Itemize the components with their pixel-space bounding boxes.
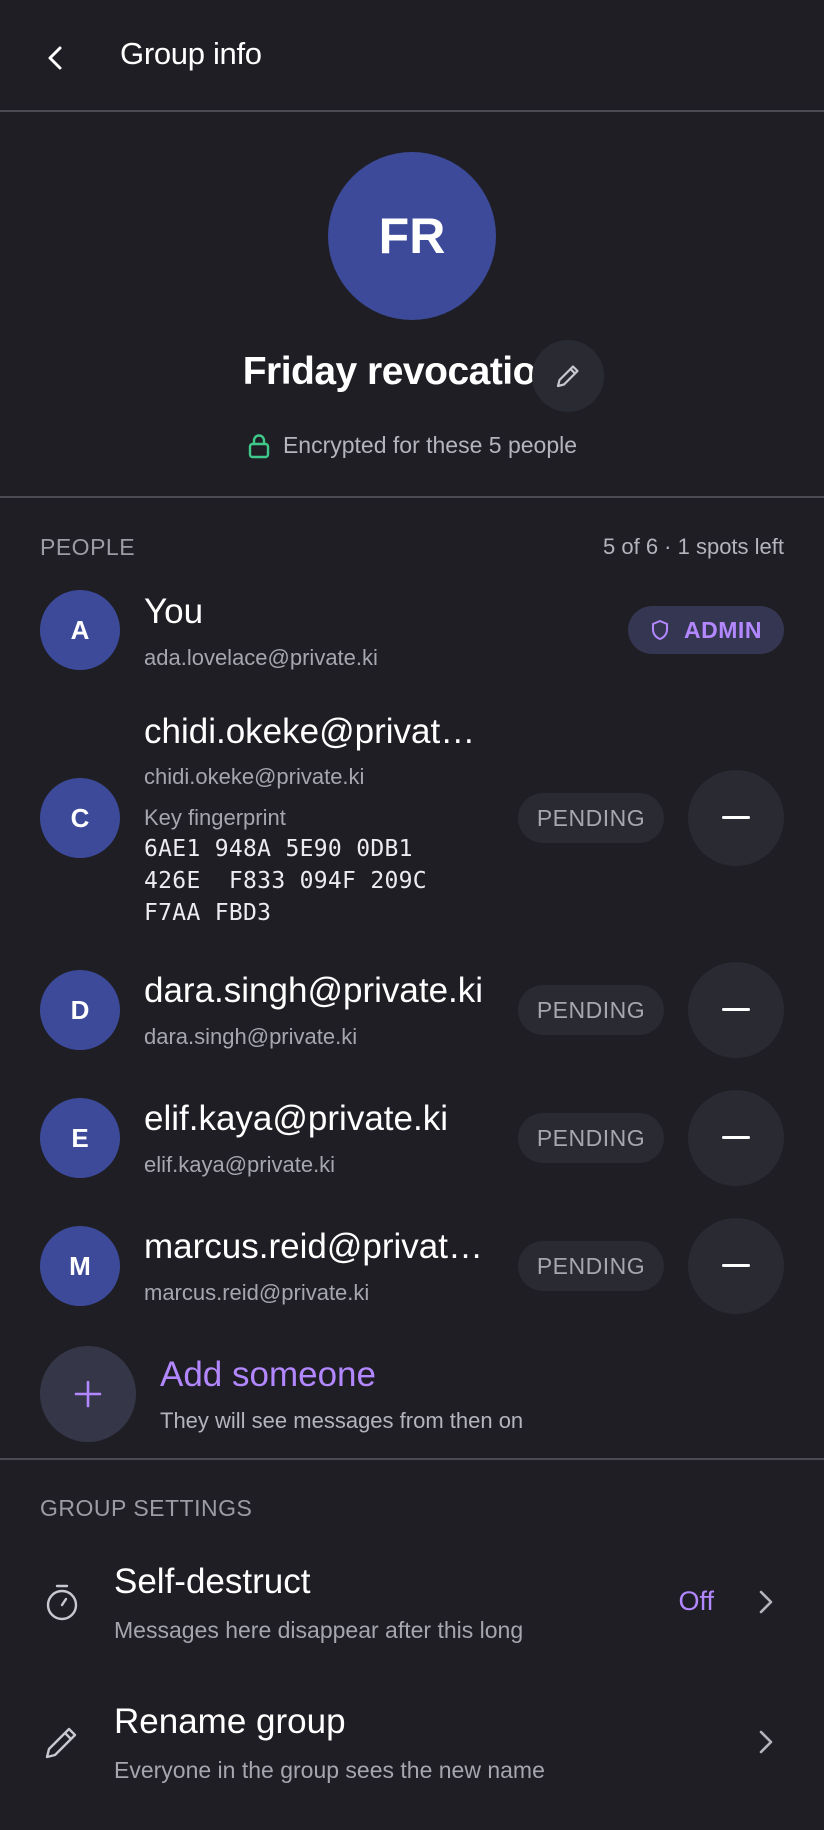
member-name: marcus.reid@privat… <box>144 1227 483 1266</box>
member-row[interactable]: M marcus.reid@privat… marcus.reid@privat… <box>0 1218 824 1318</box>
remove-member-button[interactable] <box>688 1218 784 1314</box>
hero-divider <box>0 496 824 498</box>
shield-icon <box>652 619 669 641</box>
member-name: elif.kaya@private.ki <box>144 1099 448 1138</box>
member-name: dara.singh@private.ki <box>144 971 484 1010</box>
setting-subtitle: Everyone in the group sees the new name <box>114 1757 545 1783</box>
avatar: D <box>40 970 120 1050</box>
group-name-row: Friday revocation <box>0 350 824 394</box>
minus-icon <box>722 1264 750 1267</box>
people-section-label: PEOPLE <box>40 534 136 560</box>
member-email: marcus.reid@private.ki <box>144 1280 370 1305</box>
member-row[interactable]: E elif.kaya@private.ki elif.kaya@private… <box>0 1090 824 1190</box>
app-header: Group info <box>0 0 824 110</box>
chevron-right-icon <box>752 1722 780 1762</box>
member-row[interactable]: A You ada.lovelace@private.ki ADMIN <box>0 586 824 686</box>
settings-section-label: GROUP SETTINGS <box>40 1495 253 1521</box>
pending-badge: PENDING <box>518 985 664 1035</box>
pending-badge: PENDING <box>518 1241 664 1291</box>
remove-member-button[interactable] <box>688 1090 784 1186</box>
remove-member-button[interactable] <box>688 962 784 1058</box>
fingerprint-line: F7AA FBD3 <box>144 900 272 926</box>
self-destruct-setting[interactable]: Self-destruct Messages here disappear af… <box>0 1538 824 1668</box>
pencil-icon <box>40 1720 84 1764</box>
minus-icon <box>722 1136 750 1139</box>
member-name: You <box>144 592 204 631</box>
avatar: E <box>40 1098 120 1178</box>
avatar: M <box>40 1226 120 1306</box>
member-email: dara.singh@private.ki <box>144 1024 358 1049</box>
header-divider <box>0 110 824 112</box>
add-member-button[interactable] <box>40 1346 136 1442</box>
member-email: elif.kaya@private.ki <box>144 1152 336 1177</box>
member-row[interactable]: D dara.singh@private.ki dara.singh@priva… <box>0 962 824 1062</box>
setting-value: Off <box>678 1586 714 1616</box>
group-avatar: FR <box>328 152 496 320</box>
minus-icon <box>722 816 750 819</box>
encryption-status: Encrypted for these 5 people <box>0 432 824 459</box>
admin-badge-label: ADMIN <box>684 616 762 643</box>
people-count: 5 of 6 · 1 spots left <box>603 534 784 559</box>
plus-icon <box>74 1380 102 1408</box>
fingerprint-line: 6AE1 948A 5E90 0DB1 <box>144 836 413 862</box>
rename-group-setting[interactable]: Rename group Everyone in the group sees … <box>0 1678 824 1808</box>
pending-badge: PENDING <box>518 793 664 843</box>
timer-icon <box>40 1580 84 1624</box>
setting-title: Self-destruct <box>114 1562 311 1601</box>
remove-member-button[interactable] <box>688 770 784 866</box>
people-divider <box>0 1458 824 1460</box>
setting-subtitle: Messages here disappear after this long <box>114 1617 524 1643</box>
avatar: A <box>40 590 120 670</box>
setting-title: Rename group <box>114 1702 346 1741</box>
minus-icon <box>722 1008 750 1011</box>
group-name: Friday revocation <box>242 350 560 393</box>
member-name: chidi.okeke@private… <box>144 712 494 751</box>
member-email: chidi.okeke@private.ki <box>144 764 365 789</box>
avatar: C <box>40 778 120 858</box>
add-someone-subtitle: They will see messages from then on <box>160 1408 524 1433</box>
fingerprint-line: 426E F833 094F 209C <box>144 868 427 894</box>
fingerprint-label: Key fingerprint <box>144 805 286 830</box>
encryption-text: Encrypted for these 5 people <box>282 432 578 458</box>
member-email: ada.lovelace@private.ki <box>144 645 378 670</box>
chevron-left-icon <box>48 46 62 70</box>
page-title: Group info <box>120 36 262 71</box>
admin-badge: ADMIN <box>628 606 784 654</box>
member-row[interactable]: C chidi.okeke@private… chidi.okeke@priva… <box>0 710 824 930</box>
pencil-icon <box>556 365 579 388</box>
pending-badge: PENDING <box>518 1113 664 1163</box>
back-button[interactable] <box>28 30 84 86</box>
lock-icon <box>248 433 270 458</box>
add-someone-title[interactable]: Add someone <box>160 1355 376 1395</box>
edit-group-name-button[interactable] <box>532 340 604 412</box>
chevron-right-icon <box>752 1582 780 1622</box>
